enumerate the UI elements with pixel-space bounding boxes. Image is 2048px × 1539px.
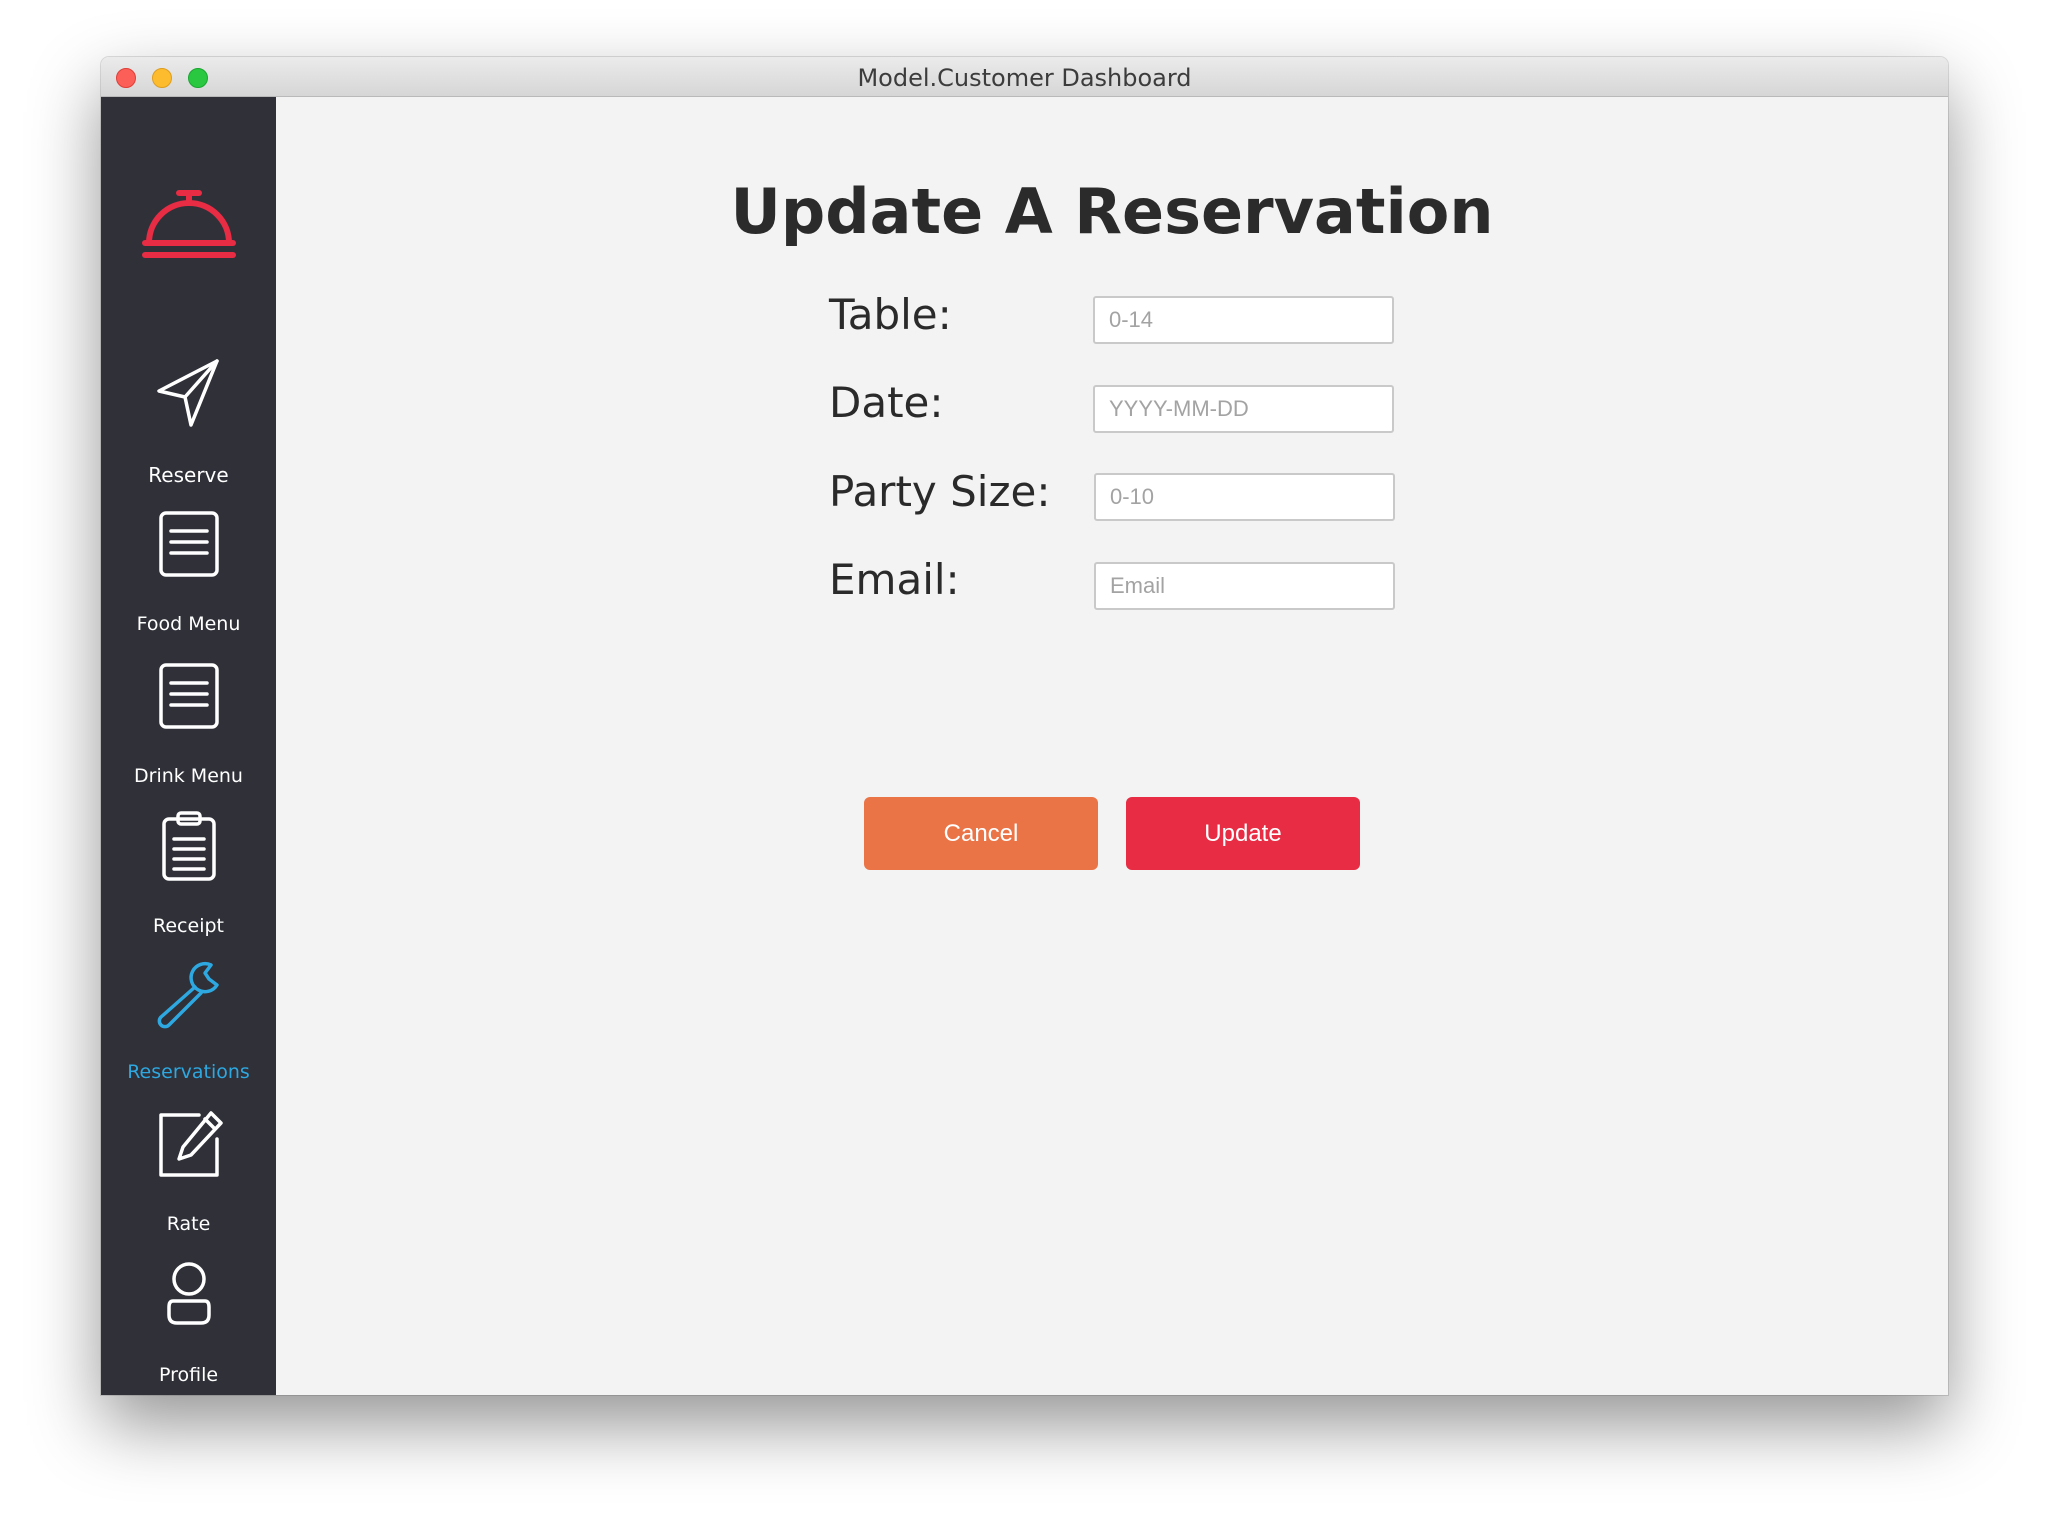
window-title: Model.Customer Dashboard [857, 64, 1192, 92]
table-label: Table: [829, 290, 952, 339]
wrench-icon [157, 961, 219, 1029]
sidebar-item-label: Reserve [148, 463, 229, 487]
clipboard-icon [161, 811, 216, 881]
sidebar-item-rate[interactable]: Rate [101, 1107, 276, 1247]
main-content: Update A Reservation Table: Date: Party … [276, 97, 1948, 1395]
date-label: Date: [829, 378, 944, 427]
sidebar-item-label: Receipt [153, 915, 224, 937]
table-input[interactable] [1093, 296, 1394, 344]
list-document-icon [158, 663, 219, 729]
user-icon [166, 1262, 211, 1325]
sidebar-item-label: Drink Menu [134, 765, 243, 787]
pencil-square-icon [158, 1111, 223, 1177]
email-input[interactable] [1094, 562, 1395, 610]
sidebar-item-profile[interactable]: Profile [101, 1257, 276, 1395]
sidebar-item-drink-menu[interactable]: Drink Menu [101, 659, 276, 799]
sidebar-item-label: Profile [158, 1364, 219, 1386]
cancel-button[interactable]: Cancel [864, 797, 1098, 870]
app-window: Model.Customer Dashboard Reserve Food Me… [101, 57, 1948, 1395]
party-size-label: Party Size: [829, 467, 1051, 516]
sidebar-item-food-menu[interactable]: Food Menu [101, 507, 276, 647]
sidebar-item-reservations[interactable]: Reservations [101, 955, 276, 1095]
party-size-input[interactable] [1094, 473, 1395, 521]
service-bell-icon [142, 190, 236, 258]
sidebar-item-label: Reservations [127, 1061, 250, 1083]
date-input[interactable] [1093, 385, 1394, 433]
title-bar: Model.Customer Dashboard [101, 57, 1948, 97]
sidebar-item-label: Food Menu [136, 613, 241, 635]
sidebar-item-reserve[interactable]: Reserve [101, 355, 276, 495]
sidebar: Reserve Food Menu Drink Menu Receipt Res… [101, 97, 276, 1395]
sidebar-item-label: Rate [166, 1213, 211, 1235]
list-document-icon [158, 511, 219, 577]
paper-plane-icon [156, 359, 219, 427]
sidebar-item-receipt[interactable]: Receipt [101, 809, 276, 949]
update-button[interactable]: Update [1126, 797, 1360, 870]
email-label: Email: [829, 555, 960, 604]
page-title: Update A Reservation [730, 175, 1494, 248]
